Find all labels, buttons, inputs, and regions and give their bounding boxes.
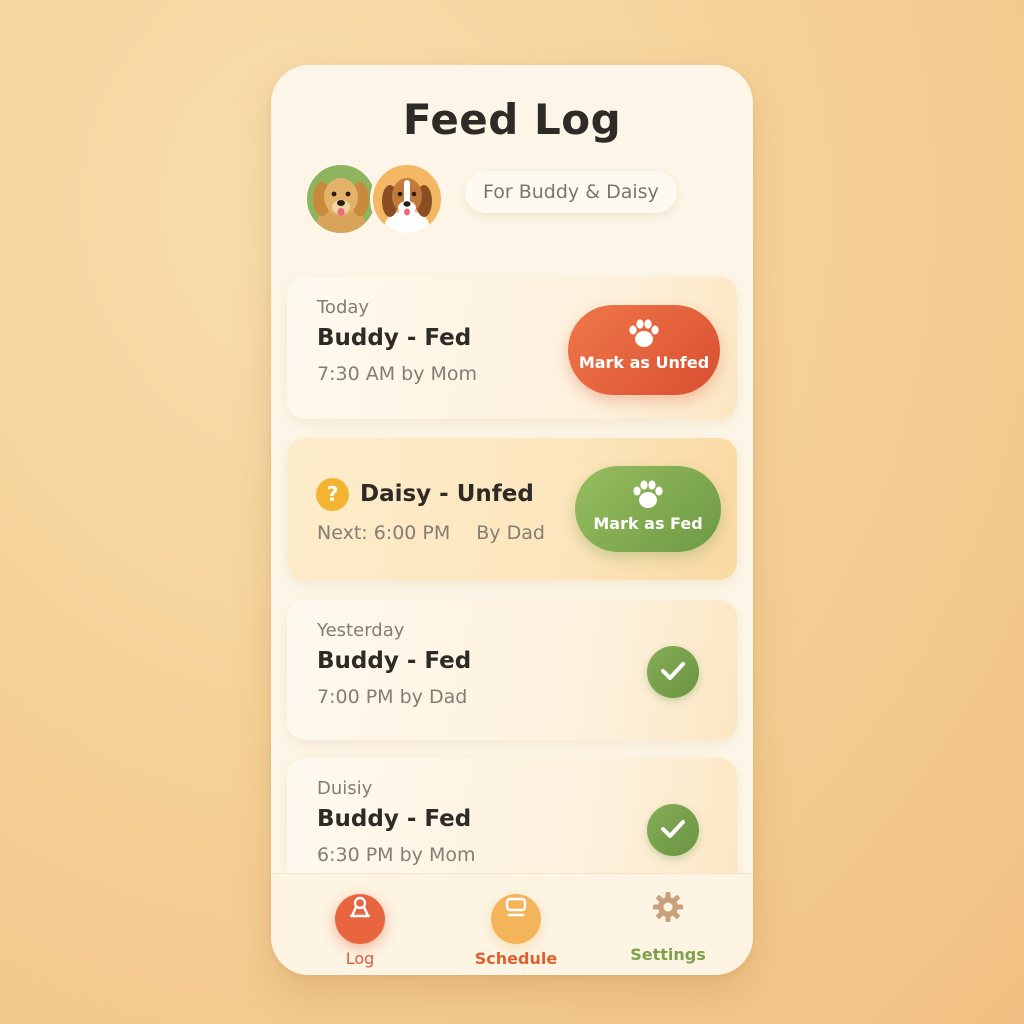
gear-icon bbox=[643, 890, 693, 940]
feed-log-screen: Feed Log For Buddy & Daisy Today Buddy -… bbox=[271, 65, 753, 975]
entry-date-label: Yesterday bbox=[317, 620, 405, 641]
beagle-avatar[interactable] bbox=[370, 162, 444, 236]
pet-avatars bbox=[304, 162, 444, 238]
entry-time-meta: Next: 6:00 PM By Dad bbox=[317, 522, 545, 544]
check-icon bbox=[647, 804, 699, 856]
paw-icon bbox=[629, 319, 659, 347]
entry-status: Buddy - Fed bbox=[317, 325, 472, 351]
tab-settings-label: Settings bbox=[630, 945, 706, 964]
entry-time-meta: 6:30 PM by Mom bbox=[317, 844, 476, 866]
entry-next-time: Next: 6:00 PM bbox=[317, 522, 451, 544]
question-icon: ? bbox=[316, 478, 349, 511]
tab-settings[interactable]: Settings bbox=[608, 882, 728, 964]
feed-entry-card: ? Daisy - Unfed Next: 6:00 PM By Dad Mark… bbox=[287, 438, 737, 580]
entry-status: Buddy - Fed bbox=[317, 806, 472, 832]
feed-log-scroll-area[interactable]: Feed Log For Buddy & Daisy Today Buddy -… bbox=[271, 65, 753, 873]
feed-entry-card: Today Buddy - Fed 7:30 AM by Mom Mark as… bbox=[287, 277, 737, 419]
entry-date-label: Today bbox=[317, 297, 370, 318]
mark-as-fed-button[interactable]: Mark as Fed bbox=[575, 466, 721, 552]
schedule-icon bbox=[491, 894, 541, 944]
tab-log[interactable]: Log bbox=[300, 882, 420, 968]
feed-entry-card: Yesterday Buddy - Fed 7:00 PM by Dad bbox=[287, 600, 737, 740]
paw-icon bbox=[633, 480, 663, 508]
pets-filter-pill[interactable]: For Buddy & Daisy bbox=[465, 171, 677, 213]
entry-time-meta: 7:00 PM by Dad bbox=[317, 686, 468, 708]
tab-schedule[interactable]: Schedule bbox=[456, 882, 576, 968]
mark-as-fed-label: Mark as Fed bbox=[593, 514, 703, 533]
mark-as-unfed-button[interactable]: Mark as Unfed bbox=[568, 305, 720, 395]
tab-schedule-label: Schedule bbox=[474, 949, 558, 968]
page-title: Feed Log bbox=[402, 95, 622, 144]
feed-entry-card: Duisiy Buddy - Fed 6:30 PM by Mom bbox=[287, 758, 737, 873]
entry-status: Daisy - Unfed bbox=[360, 481, 534, 507]
bottom-tab-bar: Log Schedule Settings bbox=[271, 873, 753, 975]
entry-by: By Dad bbox=[476, 522, 545, 544]
check-icon bbox=[647, 646, 699, 698]
log-icon bbox=[335, 894, 385, 944]
entry-status: Buddy - Fed bbox=[317, 648, 472, 674]
mark-as-unfed-label: Mark as Unfed bbox=[578, 353, 710, 372]
entry-date-label: Duisiy bbox=[317, 778, 373, 799]
entry-time-meta: 7:30 AM by Mom bbox=[317, 363, 478, 385]
tab-log-label: Log bbox=[345, 949, 375, 968]
golden-retriever-avatar[interactable] bbox=[304, 162, 378, 236]
